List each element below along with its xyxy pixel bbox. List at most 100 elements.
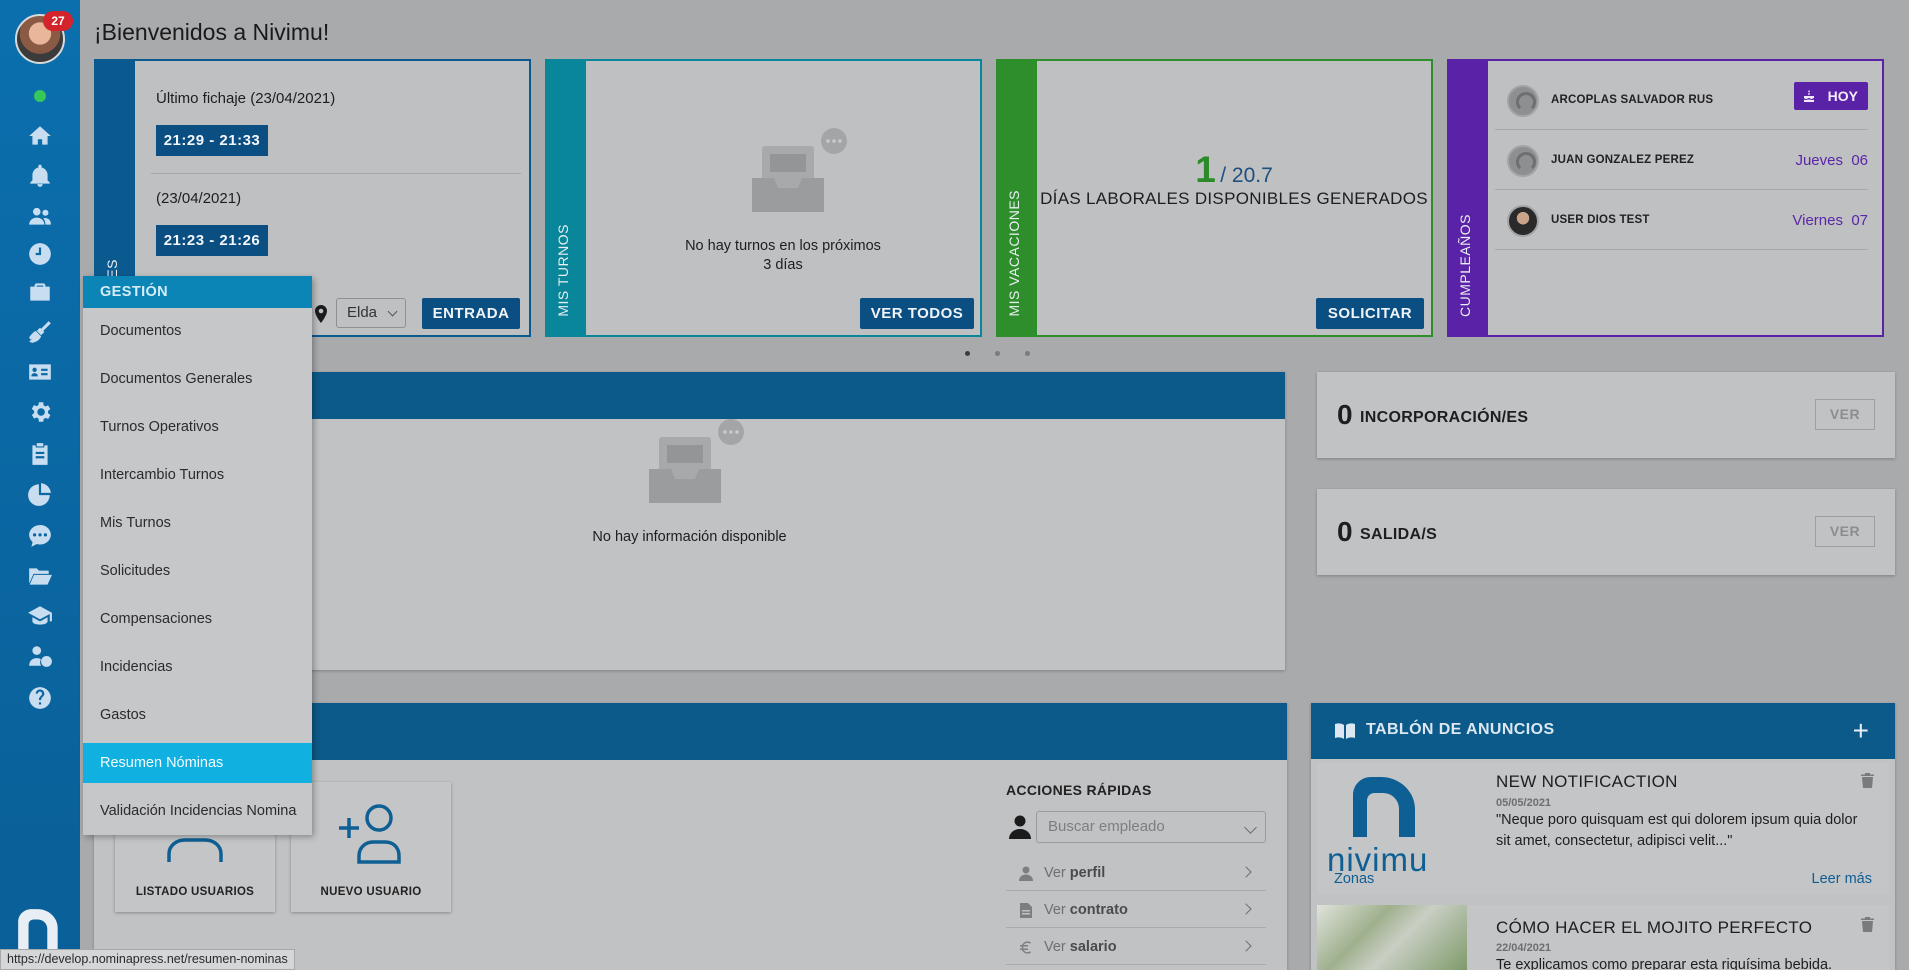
add-announcement-button[interactable]: + [1853,715,1869,747]
quick-action-label: Ver salario [1044,939,1117,955]
zonas-link[interactable]: Zonas [1334,871,1374,887]
ver-salidas-button[interactable]: VER [1815,516,1875,547]
carousel-dot[interactable] [965,351,970,356]
menu-item-turnos-operativos[interactable]: Turnos Operativos [83,407,312,447]
chat-icon[interactable] [24,522,56,550]
turnos-strip-label: MIS TURNOS [555,224,571,317]
birthday-name: USER DIOS TEST [1551,214,1650,226]
empty-inbox-icon [752,128,847,212]
avatar [1507,145,1539,177]
cumpleanos-card: CUMPLEAÑOS ARCOPLAS SALVADOR RUS HOY JUA… [1447,59,1884,337]
avatar [1507,205,1539,237]
anuncios-header: TABLÓN DE ANUNCIOS + [1311,703,1895,759]
gear-icon[interactable] [24,398,56,426]
carousel-dots [955,349,1030,359]
broom-icon[interactable] [24,318,56,346]
euro-icon [1020,941,1031,954]
menu-item-resumen-nominas[interactable]: Resumen Nóminas [83,743,312,783]
announcement-card[interactable]: CÓMO HACER EL MOJITO PERFECTO 22/04/2021… [1317,905,1889,970]
home-icon[interactable] [24,122,56,150]
add-user-icon [339,804,401,864]
person-icon [1009,815,1031,839]
birthday-row[interactable]: USER DIOS TEST Viernes 07 [1495,190,1868,250]
incorporaciones-panel: 0 INCORPORACIÓN/ES VER [1317,372,1895,458]
employee-search-select[interactable]: Buscar empleado [1036,811,1266,843]
fichaje-title: Último fichaje (23/04/2021) [156,90,336,107]
menu-item-incidencias[interactable]: Incidencias [83,647,312,687]
birthday-date: Viernes 07 [1792,212,1868,229]
solicitar-button[interactable]: SOLICITAR [1316,298,1424,329]
nuevo-usuario-tile[interactable]: NUEVO USUARIO [291,782,451,912]
menu-header: GESTIÓN [83,276,312,308]
location-select-value: Elda [347,304,378,321]
quick-action-ver-salario[interactable]: Ver salario [1006,929,1266,965]
announcement-title: CÓMO HACER EL MOJITO PERFECTO [1496,918,1813,937]
carousel-dot[interactable] [995,351,1000,356]
menu-item-solicitudes[interactable]: Solicitudes [83,551,312,591]
users-icon[interactable] [24,202,56,230]
page-title: ¡Bienvenidos a Nivimu! [94,19,330,45]
online-status-dot [34,90,46,102]
menu-item-compensaciones[interactable]: Compensaciones [83,599,312,639]
ver-todos-button[interactable]: VER TODOS [860,298,974,329]
cumpleanos-strip: CUMPLEAÑOS [1449,61,1488,335]
graduation-cap-icon[interactable] [24,602,56,630]
avatar [1507,85,1539,117]
turnos-strip: MIS TURNOS [547,61,586,335]
trash-icon[interactable] [1861,917,1874,932]
birthday-row[interactable]: ARCOPLAS SALVADOR RUS HOY [1495,70,1868,130]
document-icon [1020,903,1032,918]
pie-chart-icon[interactable] [24,480,56,508]
incorporaciones-label: INCORPORACIÓN/ES [1360,409,1529,426]
quick-actions-title: ACCIONES RÁPIDAS [1006,782,1152,798]
mis-vacaciones-card: MIS VACACIONES 1 / 20.7 DÍAS LABORALES D… [996,59,1433,337]
turnos-empty-line2: 3 días [763,257,803,273]
clipboard-icon[interactable] [24,440,56,468]
incorporaciones-count: 0 [1337,399,1353,430]
help-icon[interactable] [24,684,56,712]
briefcase-icon[interactable] [24,278,56,306]
cumpleanos-strip-label: CUMPLEAÑOS [1457,213,1473,317]
entrada-button[interactable]: ENTRADA [422,298,520,329]
location-select[interactable]: Elda [336,298,406,328]
leer-mas-link[interactable]: Leer más [1812,871,1872,887]
menu-item-validacion-incidencias-nomina[interactable]: Validación Incidencias Nomina [83,791,312,831]
menu-item-documentos[interactable]: Documentos [83,311,312,351]
divider [151,173,521,174]
announcement-card[interactable]: nivimu NEW NOTIFICACTION 05/05/2021 "Neq… [1317,763,1889,894]
chevron-right-icon [1240,940,1252,952]
vacaciones-strip-label: MIS VACACIONES [1006,190,1022,317]
carousel-dot[interactable] [1025,351,1030,356]
quick-action-ver-perfil[interactable]: Ver perfil [1006,855,1266,891]
turnos-empty-text: No hay turnos en los próximos 3 días [586,237,980,275]
menu-item-gastos[interactable]: Gastos [83,695,312,735]
chevron-right-icon [1240,903,1252,915]
fichaje-time[interactable]: 21:23 - 21:26 [156,225,268,256]
folder-icon[interactable] [24,562,56,590]
announcement-body: "Neque poro quisquam est qui dolorem ips… [1496,812,1858,849]
birthday-row[interactable]: JUAN GONZALEZ PEREZ Jueves 06 [1495,130,1868,190]
fichaje-time[interactable]: 21:29 - 21:33 [156,125,268,156]
empty-inbox-icon [649,419,744,503]
fichaje-title: (23/04/2021) [156,190,242,207]
chevron-down-icon [387,306,398,317]
clock-icon[interactable] [24,240,56,268]
book-open-icon [1335,723,1355,739]
user-salary-icon[interactable] [24,642,56,670]
quick-action-ver-contrato[interactable]: Ver contrato [1006,892,1266,928]
quick-action-label: Ver perfil [1044,865,1106,881]
tile-label: NUEVO USUARIO [320,886,422,898]
notification-badge: 27 [43,11,73,31]
status-bar-url: https://develop.nominapress.net/resumen-… [0,949,295,970]
bell-icon[interactable] [24,162,56,190]
ver-incorporaciones-button[interactable]: VER [1815,399,1875,430]
vacation-balance: 1 / 20.7 [1037,149,1431,191]
employee-search-placeholder: Buscar empleado [1048,818,1165,835]
menu-item-mis-turnos[interactable]: Mis Turnos [83,503,312,543]
cake-icon [1804,90,1814,102]
id-card-icon[interactable] [24,358,56,386]
menu-item-intercambio-turnos[interactable]: Intercambio Turnos [83,455,312,495]
menu-item-documentos-generales[interactable]: Documentos Generales [83,359,312,399]
trash-icon[interactable] [1861,773,1874,788]
salidas-label: SALIDA/S [1360,526,1438,543]
